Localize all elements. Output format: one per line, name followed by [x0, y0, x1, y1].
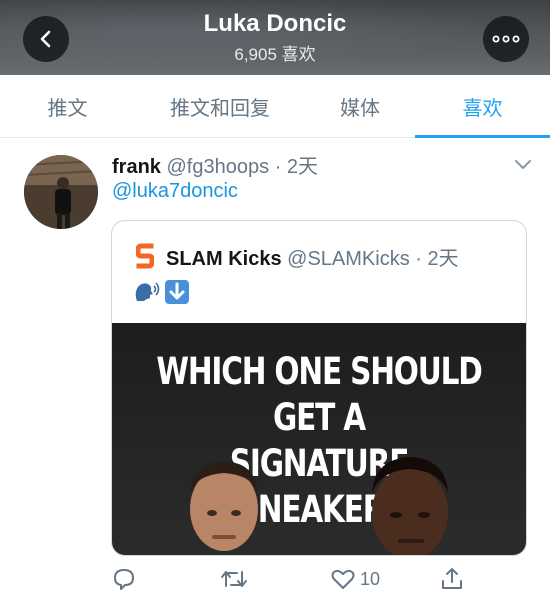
quoted-emoji-row [132, 279, 190, 305]
tweet-text-mention[interactable]: @luka7doncic [112, 180, 238, 203]
page-title: Luka Doncic [203, 10, 347, 37]
heart-icon [331, 569, 355, 589]
like-count: 10 [360, 568, 381, 589]
quoted-tweet-header: SLAM Kicks @SLAMKicks · 2天 [166, 242, 459, 271]
reply-button[interactable] [111, 566, 137, 592]
quoted-author-handle[interactable]: @SLAMKicks [287, 248, 410, 270]
avatar[interactable] [24, 155, 98, 229]
tweet-menu-button[interactable] [514, 158, 532, 176]
slam-logo [135, 243, 155, 274]
quoted-media-image[interactable]: WHICH ONE SHOULD GET A SIGNATURE SNEAKER… [112, 323, 526, 555]
quoted-author-name[interactable]: SLAM Kicks [166, 248, 282, 270]
author-handle[interactable]: @fg3hoops [166, 156, 269, 178]
down-arrow-emoji [165, 280, 189, 304]
author-name[interactable]: frank [112, 156, 161, 178]
tab-media[interactable]: 媒体 [305, 75, 415, 137]
likes-count-subtitle: 6,905 喜欢 [234, 45, 316, 64]
profile-tabs: 推文 推文和回复 媒体 喜欢 [0, 75, 550, 138]
separator-dot: · [274, 156, 282, 178]
tweet-time: 2天 [286, 156, 318, 178]
tweet-header: frank @fg3hoops · 2天 [112, 150, 318, 179]
tab-likes[interactable]: 喜欢 [415, 75, 550, 138]
tab-tweets[interactable]: 推文 [0, 75, 135, 137]
retweet-button[interactable] [219, 566, 249, 592]
retweet-icon [221, 571, 247, 587]
quoted-tweet[interactable]: SLAM Kicks @SLAMKicks · 2天 WHICH ONE SHO… [111, 220, 527, 556]
avatar-image [24, 155, 98, 229]
tab-tweets-and-replies[interactable]: 推文和回复 [135, 75, 305, 137]
profile-header: Luka Doncic 6,905 喜欢 [0, 0, 550, 75]
more-button[interactable] [483, 16, 529, 62]
share-button[interactable] [439, 566, 465, 592]
player-photos [190, 457, 448, 555]
speaking-head-emoji [135, 282, 160, 301]
chevron-down-icon [515, 160, 531, 169]
more-horizontal-icon [492, 35, 520, 43]
share-icon [442, 568, 462, 589]
separator-dot: · [415, 248, 422, 270]
reply-icon [114, 569, 134, 590]
like-button[interactable]: 10 [330, 566, 380, 592]
quoted-tweet-time: 2天 [427, 248, 459, 270]
